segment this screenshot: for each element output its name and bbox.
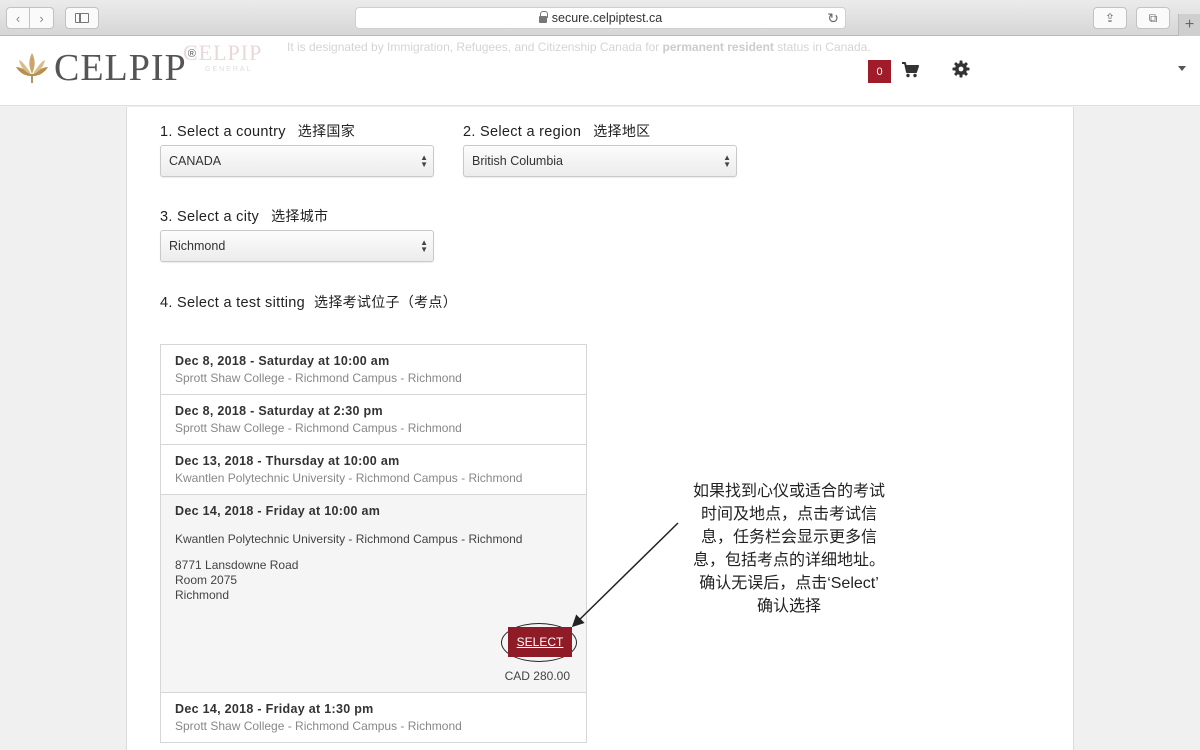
sitting-venue: Sprott Shaw College - Richmond Campus - … (175, 421, 462, 435)
sitting-item[interactable]: Dec 8, 2018 - Saturday at 10:00 am Sprot… (161, 345, 586, 395)
back-button[interactable]: ‹ (6, 7, 30, 29)
select-arrows-icon: ▲ ▼ (420, 238, 428, 254)
instruction-annotation: 如果找到心仪或适合的考试 时间及地点，点击考试信 息，任务栏会显示更多信 息，包… (692, 483, 885, 615)
show-tabs-button[interactable]: ⧉ (1136, 7, 1170, 29)
sitting-address: 8771 Lansdowne Road Room 2075 Richmond (175, 558, 299, 602)
city-select[interactable]: Richmond ▲ ▼ (160, 230, 434, 262)
chevron-right-icon: › (39, 10, 44, 26)
sitting-venue: Kwantlen Polytechnic University - Richmo… (175, 471, 523, 485)
background-logo-subtitle: GENERAL (205, 66, 253, 73)
address-bar[interactable]: secure.celpiptest.ca ↻ (355, 7, 846, 29)
country-select[interactable]: CANADA ▲ ▼ (160, 145, 434, 177)
registered-mark: ® (187, 48, 196, 60)
sitting-item[interactable]: Dec 8, 2018 - Saturday at 2:30 pm Sprott… (161, 395, 586, 445)
region-label: 2. Select a region 选择地区 (463, 123, 651, 140)
test-sitting-list: Dec 8, 2018 - Saturday at 10:00 am Sprot… (160, 344, 587, 743)
celpip-logo[interactable]: CELPIP ® (14, 47, 196, 89)
select-arrows-icon: ▲ ▼ (420, 153, 428, 169)
logo-wordmark: CELPIP (54, 47, 187, 89)
lock-icon (538, 10, 548, 23)
sitting-venue: Kwantlen Polytechnic University - Richmo… (175, 532, 523, 546)
annotation-arrow (571, 522, 679, 628)
sitting-date: Dec 8, 2018 - Saturday at 2:30 pm (175, 404, 383, 418)
sitting-venue: Sprott Shaw College - Richmond Campus - … (175, 719, 462, 733)
reload-icon[interactable]: ↻ (827, 10, 839, 27)
sitting-venue: Sprott Shaw College - Richmond Campus - … (175, 371, 462, 385)
sitting-date: Dec 13, 2018 - Thursday at 10:00 am (175, 454, 400, 468)
booking-panel: 1. Select a country 选择国家 CANADA ▲ ▼ 2. Sel… (126, 107, 1074, 750)
city-label: 3. Select a city 选择城市 (160, 208, 329, 225)
gear-icon[interactable] (952, 60, 970, 78)
history-nav: ‹ › (6, 7, 54, 29)
chevron-left-icon: ‹ (15, 10, 21, 26)
forward-button[interactable]: › (30, 7, 54, 29)
browser-toolbar: ‹ › secure.celpiptest.ca ↻ ⇪ ⧉ + (0, 0, 1200, 36)
sidebar-toggle-button[interactable] (65, 7, 99, 29)
account-dropdown-caret-icon[interactable] (1178, 66, 1186, 71)
country-label: 1. Select a country 选择国家 (160, 123, 355, 140)
share-icon: ⇪ (1104, 11, 1116, 25)
shopping-cart-icon[interactable] (901, 61, 919, 79)
test-sitting-label: 4. Select a test sitting 选择考试位子（考点） (160, 294, 458, 311)
sitting-date: Dec 14, 2018 - Friday at 10:00 am (175, 504, 381, 518)
url-text: secure.celpiptest.ca (551, 11, 663, 25)
sitting-price: CAD 280.00 (504, 669, 570, 683)
region-select[interactable]: British Columbia ▲ ▼ (463, 145, 737, 177)
tabs-icon: ⧉ (1148, 10, 1158, 25)
sitting-item[interactable]: Dec 14, 2018 - Friday at 1:30 pm Sprott … (161, 693, 586, 743)
background-banner: It is designated by Immigration, Refugee… (287, 40, 871, 54)
share-button[interactable]: ⇪ (1093, 7, 1127, 29)
new-tab-button[interactable]: + (1178, 14, 1200, 36)
cart-count-badge[interactable]: 0 (868, 60, 891, 83)
site-header: CELPIP GENERAL It is designated by Immig… (0, 36, 1200, 106)
select-arrows-icon: ▲ ▼ (723, 153, 731, 169)
maple-leaf-icon (16, 53, 48, 83)
sitting-item-selected[interactable]: Dec 14, 2018 - Friday at 10:00 am Kwantl… (161, 495, 586, 693)
sidebar-icon (75, 13, 89, 23)
sitting-date: Dec 14, 2018 - Friday at 1:30 pm (175, 702, 374, 716)
plus-icon: + (1184, 16, 1195, 33)
sitting-item[interactable]: Dec 13, 2018 - Thursday at 10:00 am Kwan… (161, 445, 586, 495)
sitting-date: Dec 8, 2018 - Saturday at 10:00 am (175, 354, 390, 368)
